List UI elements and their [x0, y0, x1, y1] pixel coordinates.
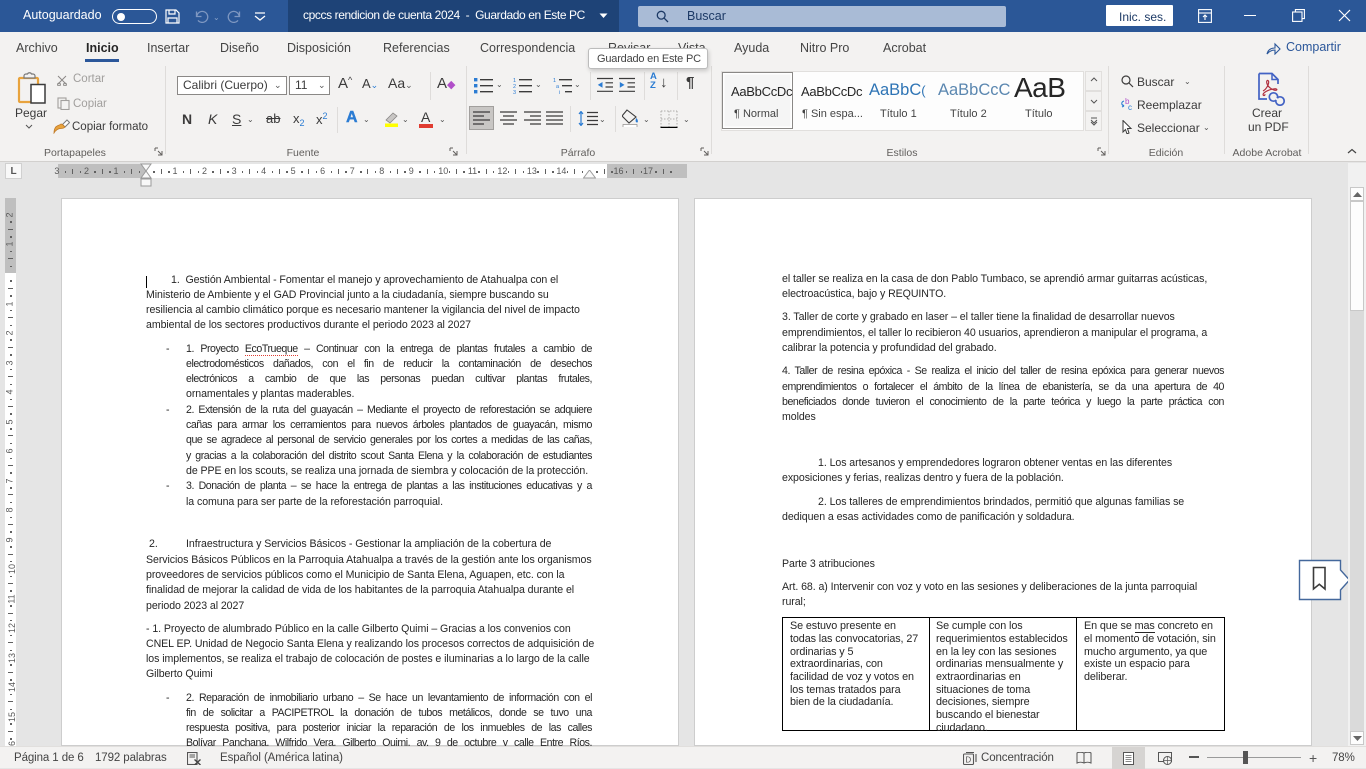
svg-text:3: 3	[513, 90, 516, 94]
svg-text:c: c	[1128, 103, 1132, 111]
svg-text:D: D	[965, 756, 971, 765]
svg-text:i: i	[559, 90, 560, 94]
